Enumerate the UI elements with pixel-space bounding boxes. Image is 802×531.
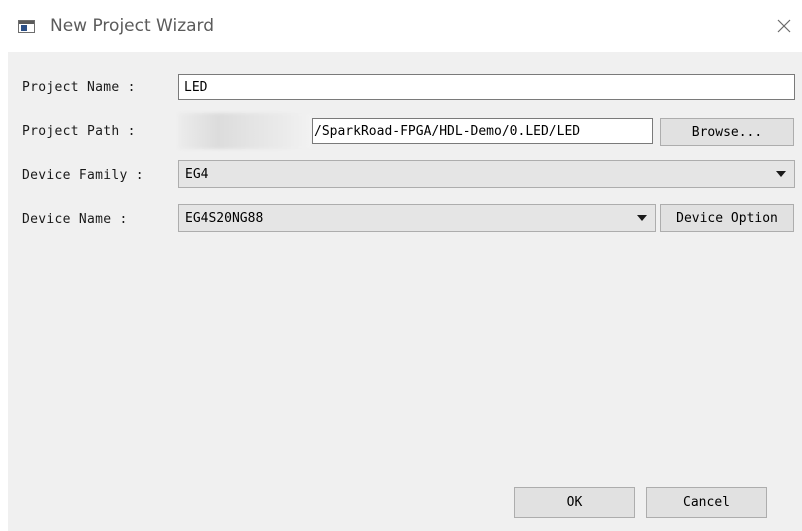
ok-button[interactable]: OK: [514, 487, 635, 518]
close-icon: [777, 19, 791, 33]
cancel-button[interactable]: Cancel: [646, 487, 767, 518]
device-family-value: EG4: [185, 166, 209, 182]
redacted-path-prefix: [178, 113, 312, 149]
device-name-select[interactable]: EG4S20NG88: [178, 204, 656, 232]
new-project-wizard-dialog: New Project Wizard Project Name : LED Pr…: [0, 0, 802, 531]
project-path-input[interactable]: /SparkRoad-FPGA/HDL-Demo/0.LED/LED: [312, 118, 653, 144]
device-option-button[interactable]: Device Option: [660, 204, 794, 232]
device-name-value: EG4S20NG88: [185, 210, 264, 226]
chevron-down-icon: [637, 215, 647, 221]
title-bar[interactable]: New Project Wizard: [0, 0, 802, 52]
device-name-label: Device Name :: [22, 212, 128, 227]
browse-button[interactable]: Browse...: [660, 118, 794, 146]
device-family-label: Device Family :: [22, 168, 144, 183]
project-path-label: Project Path :: [22, 124, 136, 139]
chevron-down-icon: [776, 171, 786, 177]
window-title: New Project Wizard: [50, 16, 215, 36]
app-window-icon: [18, 20, 35, 33]
device-family-select[interactable]: EG4: [178, 160, 795, 188]
close-button[interactable]: [772, 14, 796, 38]
project-name-label: Project Name :: [22, 80, 136, 95]
project-name-input[interactable]: LED: [178, 74, 795, 100]
